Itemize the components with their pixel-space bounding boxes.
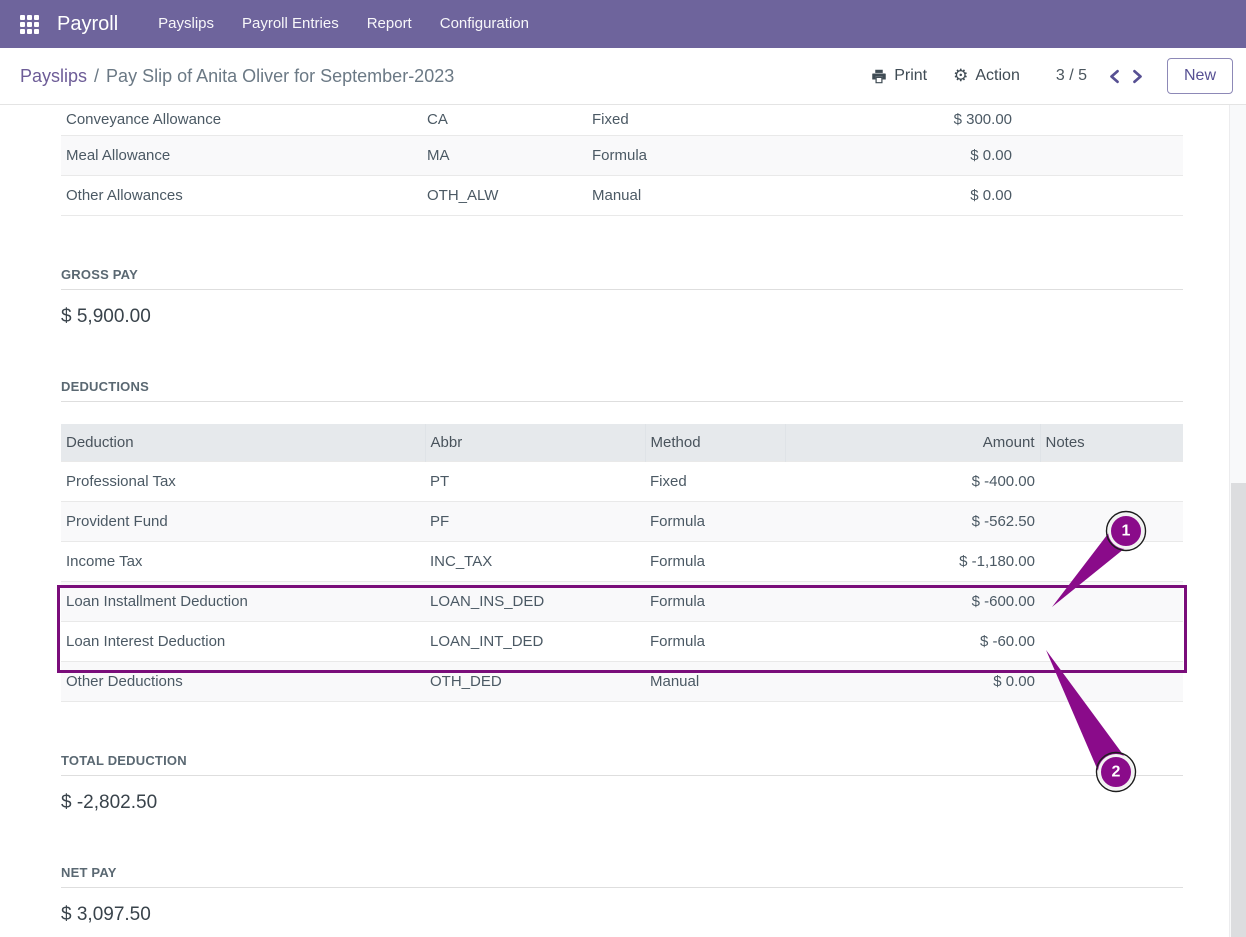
allowance-row-notes-cell (1017, 135, 1183, 175)
deduction-row-abbr-cell: OTH_DED (425, 662, 645, 702)
nav-menu-item-report[interactable]: Report (353, 0, 426, 48)
allowance-row-notes-cell (1017, 105, 1183, 135)
print-button[interactable]: Print (871, 67, 927, 85)
print-label: Print (894, 67, 927, 85)
allowance-row-method-cell: Manual (587, 175, 787, 215)
action-button[interactable]: ⚙ Action (953, 67, 1020, 85)
deductions-label: DEDUCTIONS (61, 379, 1183, 402)
deduction-row-abbr-cell: PT (425, 462, 645, 502)
column-header-deduction[interactable]: Deduction (61, 424, 425, 462)
nav-menu: PayslipsPayroll EntriesReportConfigurati… (144, 0, 543, 48)
deduction-row-abbr-cell: PF (425, 502, 645, 542)
deductions-table: DeductionAbbrMethodAmountNotes Professio… (61, 424, 1183, 703)
allowance-row[interactable]: Meal AllowanceMAFormula$ 0.00 (61, 135, 1183, 175)
app-brand[interactable]: Payroll (57, 13, 118, 36)
net-pay-value: $ 3,097.50 (61, 904, 1246, 926)
column-header-method[interactable]: Method (645, 424, 785, 462)
deduction-row-name-cell: Other Deductions (61, 662, 425, 702)
column-header-abbr[interactable]: Abbr (425, 424, 645, 462)
allowance-row-method-cell: Formula (587, 135, 787, 175)
control-panel-actions: Print ⚙ Action 3 / 5 New (845, 58, 1233, 94)
deduction-row[interactable]: Professional TaxPTFixed$ -400.00 (61, 462, 1183, 502)
deduction-row-name-cell: Professional Tax (61, 462, 425, 502)
deduction-row-amount-cell: $ -600.00 (785, 582, 1040, 622)
deduction-row-method-cell: Formula (645, 502, 785, 542)
deduction-row-notes-cell (1040, 462, 1183, 502)
vertical-scrollbar-track[interactable] (1229, 105, 1246, 937)
control-panel: Payslips / Pay Slip of Anita Oliver for Se… (0, 48, 1246, 105)
column-header-notes[interactable]: Notes (1040, 424, 1183, 462)
allowance-row-abbr-cell: MA (422, 135, 587, 175)
deduction-row-name-cell: Provident Fund (61, 502, 425, 542)
column-header-amount[interactable]: Amount (785, 424, 1040, 462)
deduction-row-notes-cell (1040, 582, 1183, 622)
deduction-row-abbr-cell: INC_TAX (425, 542, 645, 582)
allowance-row-amount-cell: $ 0.00 (787, 135, 1017, 175)
breadcrumb: Payslips / Pay Slip of Anita Oliver for Se… (20, 66, 454, 87)
deduction-row-method-cell: Manual (645, 662, 785, 702)
deduction-row-abbr-cell: LOAN_INT_DED (425, 622, 645, 662)
pager-previous-button[interactable] (1103, 67, 1126, 86)
deduction-row-method-cell: Fixed (645, 462, 785, 502)
pager-value[interactable]: 3 / 5 (1056, 67, 1087, 85)
deduction-row-method-cell: Formula (645, 582, 785, 622)
breadcrumb-current: Pay Slip of Anita Oliver for September-2… (106, 66, 454, 86)
deduction-row[interactable]: Income TaxINC_TAXFormula$ -1,180.00 (61, 542, 1183, 582)
deduction-row-amount-cell: $ -562.50 (785, 502, 1040, 542)
deduction-row-name-cell: Income Tax (61, 542, 425, 582)
deduction-row-amount-cell: $ -400.00 (785, 462, 1040, 502)
allowance-row-amount-cell: $ 0.00 (787, 175, 1017, 215)
allowance-row-amount-cell: $ 300.00 (787, 105, 1017, 135)
net-pay-label: NET PAY (61, 865, 1183, 888)
gross-pay-label: GROSS PAY (61, 267, 1183, 290)
deductions-header-row: DeductionAbbrMethodAmountNotes (61, 424, 1183, 462)
top-navbar: Payroll PayslipsPayroll EntriesReportCon… (0, 0, 1246, 48)
breadcrumb-payslips-link[interactable]: Payslips (20, 66, 87, 86)
total-deduction-value: $ -2,802.50 (61, 792, 1246, 814)
total-deduction-label: TOTAL DEDUCTION (61, 753, 1183, 776)
breadcrumb-separator: / (94, 66, 99, 86)
deduction-row[interactable]: Loan Installment DeductionLOAN_INS_DEDFo… (61, 582, 1183, 622)
printer-icon (871, 69, 887, 84)
gear-icon: ⚙ (953, 68, 968, 85)
grid-icon (20, 15, 39, 34)
allowance-row-abbr-cell: CA (422, 105, 587, 135)
allowance-row-abbr-cell: OTH_ALW (422, 175, 587, 215)
deduction-row-notes-cell (1040, 502, 1183, 542)
allowance-row-name-cell: Conveyance Allowance (61, 105, 422, 135)
deduction-row-notes-cell (1040, 662, 1183, 702)
deduction-row[interactable]: Loan Interest DeductionLOAN_INT_DEDFormu… (61, 622, 1183, 662)
nav-menu-item-configuration[interactable]: Configuration (426, 0, 543, 48)
deduction-row-name-cell: Loan Installment Deduction (61, 582, 425, 622)
deduction-row-name-cell: Loan Interest Deduction (61, 622, 425, 662)
apps-menu-button[interactable] (16, 11, 43, 38)
allowance-row-method-cell: Fixed (587, 105, 787, 135)
payslip-sheet: Conveyance AllowanceCAFixed$ 300.00Meal … (0, 105, 1246, 926)
chevron-left-icon (1108, 69, 1121, 84)
nav-menu-item-payslips[interactable]: Payslips (144, 0, 228, 48)
gross-pay-value: $ 5,900.00 (61, 306, 1246, 328)
deduction-row-abbr-cell: LOAN_INS_DED (425, 582, 645, 622)
allowance-row-notes-cell (1017, 175, 1183, 215)
pager-next-button[interactable] (1126, 67, 1149, 86)
deduction-row-method-cell: Formula (645, 542, 785, 582)
allowance-row-name-cell: Other Allowances (61, 175, 422, 215)
deduction-row-notes-cell (1040, 542, 1183, 582)
deduction-row-notes-cell (1040, 622, 1183, 662)
deduction-row[interactable]: Provident FundPFFormula$ -562.50 (61, 502, 1183, 542)
deduction-row-amount-cell: $ 0.00 (785, 662, 1040, 702)
new-button[interactable]: New (1167, 58, 1233, 94)
allowance-row[interactable]: Conveyance AllowanceCAFixed$ 300.00 (61, 105, 1183, 135)
nav-menu-item-payroll-entries[interactable]: Payroll Entries (228, 0, 353, 48)
deduction-row-method-cell: Formula (645, 622, 785, 662)
deduction-row[interactable]: Other DeductionsOTH_DEDManual$ 0.00 (61, 662, 1183, 702)
deduction-row-amount-cell: $ -1,180.00 (785, 542, 1040, 582)
allowance-row[interactable]: Other AllowancesOTH_ALWManual$ 0.00 (61, 175, 1183, 215)
action-label: Action (975, 67, 1019, 85)
allowances-table: Conveyance AllowanceCAFixed$ 300.00Meal … (61, 105, 1183, 216)
chevron-right-icon (1131, 69, 1144, 84)
vertical-scrollbar-thumb[interactable] (1231, 483, 1246, 937)
deduction-row-amount-cell: $ -60.00 (785, 622, 1040, 662)
allowance-row-name-cell: Meal Allowance (61, 135, 422, 175)
